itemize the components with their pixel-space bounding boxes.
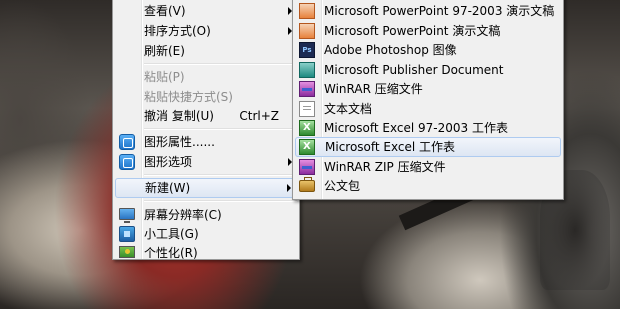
- menu-separator: [144, 200, 297, 202]
- menu-item-view[interactable]: 查看(V): [115, 1, 297, 21]
- menu-item-personalize[interactable]: 个性化(R): [115, 243, 297, 263]
- menu-item-paste-shortcut[interactable]: 粘贴快捷方式(S): [115, 87, 297, 107]
- new-item-ppt-97-2003[interactable]: Microsoft PowerPoint 97-2003 演示文稿: [295, 1, 561, 21]
- publisher-icon: [299, 62, 315, 78]
- submenu-arrow-icon: [287, 184, 291, 192]
- monitor-icon: [119, 208, 135, 223]
- menu-item-undo-copy[interactable]: 撤消 复制(U) Ctrl+Z: [115, 106, 297, 126]
- new-item-excel-97-2003[interactable]: Microsoft Excel 97-2003 工作表: [295, 118, 561, 138]
- text-document-icon: [299, 101, 315, 117]
- new-item-excel[interactable]: Microsoft Excel 工作表: [295, 137, 561, 157]
- menu-item-screen-resolution[interactable]: 屏幕分辨率(C): [115, 205, 297, 225]
- winrar-icon: [299, 81, 315, 97]
- menu-item-refresh[interactable]: 刷新(E): [115, 41, 297, 61]
- new-item-winrar[interactable]: WinRAR 压缩文件: [295, 79, 561, 99]
- new-item-winrar-zip[interactable]: WinRAR ZIP 压缩文件: [295, 157, 561, 177]
- menu-separator: [144, 63, 297, 65]
- menu-separator: [144, 174, 297, 176]
- menu-item-sort-by[interactable]: 排序方式(O): [115, 21, 297, 41]
- menu-separator: [144, 128, 297, 130]
- menu-item-graphics-properties[interactable]: 图形属性......: [115, 132, 297, 152]
- excel-icon: [299, 139, 315, 155]
- briefcase-icon: [299, 177, 315, 192]
- menu-item-new[interactable]: 新建(W): [115, 178, 297, 198]
- menu-item-gadgets[interactable]: 小工具(G): [115, 224, 297, 244]
- shortcut-label: Ctrl+Z: [239, 109, 279, 123]
- powerpoint-icon: [299, 23, 315, 39]
- new-item-photoshop[interactable]: Ps Adobe Photoshop 图像: [295, 40, 561, 60]
- personalize-icon: [119, 246, 135, 258]
- new-item-text-document[interactable]: 文本文档: [295, 99, 561, 119]
- powerpoint-icon: [299, 3, 315, 19]
- winrar-zip-icon: [299, 159, 315, 175]
- gadget-icon: [119, 226, 135, 242]
- desktop-context-menu: 查看(V) 排序方式(O) 刷新(E) 粘贴(P) 粘贴快捷方式(S) 撤消 复…: [112, 0, 300, 260]
- photoshop-icon: Ps: [299, 42, 315, 58]
- graphics-icon: [119, 154, 135, 170]
- new-submenu: Microsoft PowerPoint 97-2003 演示文稿 Micros…: [292, 0, 564, 200]
- excel-icon: [299, 120, 315, 136]
- graphics-icon: [119, 134, 135, 150]
- menu-item-graphics-options[interactable]: 图形选项: [115, 152, 297, 172]
- new-item-briefcase[interactable]: 公文包: [295, 176, 561, 196]
- menu-item-paste[interactable]: 粘贴(P): [115, 67, 297, 87]
- new-item-publisher[interactable]: Microsoft Publisher Document: [295, 60, 561, 80]
- new-item-ppt[interactable]: Microsoft PowerPoint 演示文稿: [295, 21, 561, 41]
